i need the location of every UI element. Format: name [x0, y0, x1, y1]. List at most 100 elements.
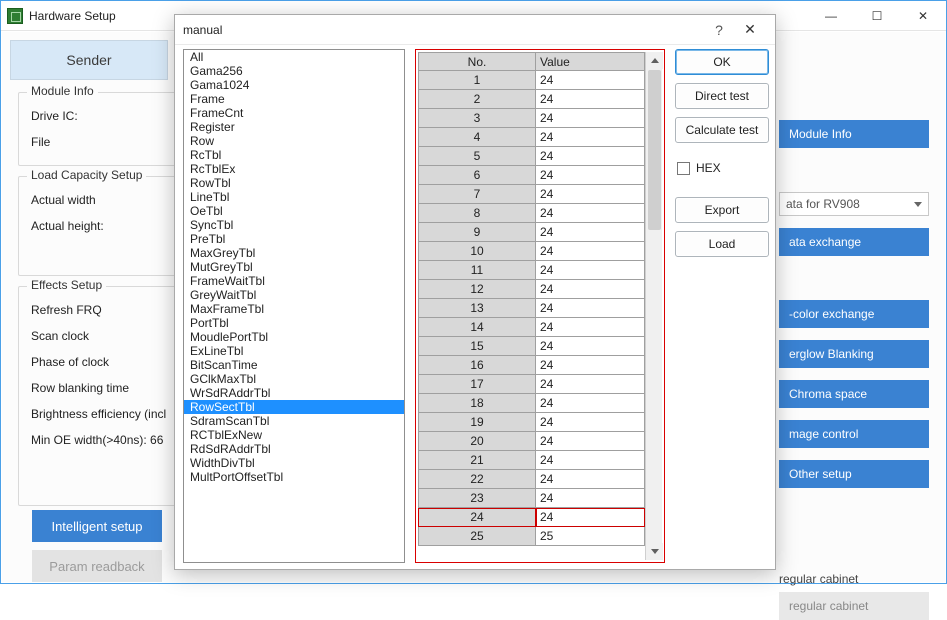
cell-value[interactable]: 24 [536, 375, 645, 394]
list-item[interactable]: Gama256 [184, 64, 404, 78]
cell-value[interactable]: 24 [536, 128, 645, 147]
list-item[interactable]: PortTbl [184, 316, 404, 330]
cell-value[interactable]: 24 [536, 432, 645, 451]
calculate-test-button[interactable]: Calculate test [675, 117, 769, 143]
table-row[interactable]: 1624 [418, 356, 645, 375]
other-setup-button[interactable]: Other setup [779, 460, 929, 488]
image-control-button[interactable]: mage control [779, 420, 929, 448]
list-item[interactable]: BitScanTime [184, 358, 404, 372]
list-item[interactable]: WrSdRAddrTbl [184, 386, 404, 400]
table-row[interactable]: 424 [418, 128, 645, 147]
cell-value[interactable]: 24 [536, 223, 645, 242]
chroma-space-button[interactable]: Chroma space [779, 380, 929, 408]
table-row[interactable]: 524 [418, 147, 645, 166]
table-row[interactable]: 1024 [418, 242, 645, 261]
table-row[interactable]: 2024 [418, 432, 645, 451]
cell-value[interactable]: 24 [536, 166, 645, 185]
dialog-close-button[interactable]: ✕ [733, 21, 767, 38]
table-row[interactable]: 124 [418, 71, 645, 90]
list-item[interactable]: SdramScanTbl [184, 414, 404, 428]
list-item[interactable]: Gama1024 [184, 78, 404, 92]
cell-value[interactable]: 24 [536, 394, 645, 413]
table-row[interactable]: 1724 [418, 375, 645, 394]
value-table[interactable]: No.Value12422432442452462472482492410241… [418, 52, 645, 560]
table-row[interactable]: 824 [418, 204, 645, 223]
cell-value[interactable]: 24 [536, 280, 645, 299]
list-item[interactable]: Frame [184, 92, 404, 106]
scroll-up-arrow-icon[interactable] [646, 52, 663, 69]
list-item[interactable]: RowSectTbl [184, 400, 404, 414]
cell-value[interactable]: 24 [536, 71, 645, 90]
param-readback-button[interactable]: Param readback [32, 550, 162, 582]
data-exchange-button[interactable]: ata exchange [779, 228, 929, 256]
cell-value[interactable]: 24 [536, 109, 645, 128]
list-item[interactable]: RdSdRAddrTbl [184, 442, 404, 456]
list-item[interactable]: RcTbl [184, 148, 404, 162]
table-row[interactable]: 2124 [418, 451, 645, 470]
list-item[interactable]: ExLineTbl [184, 344, 404, 358]
erglow-blanking-button[interactable]: erglow Blanking [779, 340, 929, 368]
cell-value[interactable]: 24 [536, 204, 645, 223]
color-exchange-button[interactable]: -color exchange [779, 300, 929, 328]
table-row[interactable]: 1124 [418, 261, 645, 280]
scroll-thumb[interactable] [648, 70, 661, 230]
cell-value[interactable]: 24 [536, 489, 645, 508]
table-row[interactable]: 1424 [418, 318, 645, 337]
list-item[interactable]: RcTblEx [184, 162, 404, 176]
list-item[interactable]: WidthDivTbl [184, 456, 404, 470]
intelligent-setup-button[interactable]: Intelligent setup [32, 510, 162, 542]
cell-value[interactable]: 24 [536, 299, 645, 318]
list-item[interactable]: OeTbl [184, 204, 404, 218]
table-row[interactable]: 2525 [418, 527, 645, 546]
list-item[interactable]: SyncTbl [184, 218, 404, 232]
list-item[interactable]: MutGreyTbl [184, 260, 404, 274]
module-info-button[interactable]: Module Info [779, 120, 929, 148]
minimize-button[interactable]: — [808, 1, 854, 30]
tab-sender[interactable]: Sender [10, 40, 168, 80]
hex-checkbox[interactable] [677, 162, 690, 175]
close-button[interactable]: ✕ [900, 1, 946, 30]
table-row[interactable]: 724 [418, 185, 645, 204]
table-row[interactable]: 2424 [418, 508, 645, 527]
regular-cabinet-button[interactable]: regular cabinet [779, 592, 929, 620]
dialog-titlebar[interactable]: manual ? ✕ [175, 15, 775, 45]
table-row[interactable]: 2224 [418, 470, 645, 489]
load-button[interactable]: Load [675, 231, 769, 257]
cell-value[interactable]: 24 [536, 318, 645, 337]
table-row[interactable]: 924 [418, 223, 645, 242]
table-scrollbar[interactable] [645, 52, 662, 560]
parameter-list[interactable]: AllGama256Gama1024FrameFrameCntRegister R… [183, 49, 405, 563]
cell-value[interactable]: 25 [536, 527, 645, 546]
table-row[interactable]: 1924 [418, 413, 645, 432]
table-row[interactable]: 324 [418, 109, 645, 128]
list-item[interactable]: RowTbl [184, 176, 404, 190]
list-item[interactable]: FrameCnt [184, 106, 404, 120]
table-row[interactable]: 1324 [418, 299, 645, 318]
cell-value[interactable]: 24 [536, 147, 645, 166]
list-item[interactable]: MoudlePortTbl [184, 330, 404, 344]
list-item[interactable]: PreTbl [184, 232, 404, 246]
cell-value[interactable]: 24 [536, 451, 645, 470]
cell-value[interactable]: 24 [536, 242, 645, 261]
cell-value[interactable]: 24 [536, 90, 645, 109]
cell-value[interactable]: 24 [536, 261, 645, 280]
ok-button[interactable]: OK [675, 49, 769, 75]
export-button[interactable]: Export [675, 197, 769, 223]
cell-value[interactable]: 24 [536, 185, 645, 204]
table-row[interactable]: 1824 [418, 394, 645, 413]
list-item[interactable]: All [184, 50, 404, 64]
cell-value[interactable]: 24 [536, 470, 645, 489]
table-row[interactable]: 1224 [418, 280, 645, 299]
list-item[interactable]: MaxFrameTbl [184, 302, 404, 316]
table-row[interactable]: 2324 [418, 489, 645, 508]
direct-test-button[interactable]: Direct test [675, 83, 769, 109]
list-item[interactable]: MultPortOffsetTbl [184, 470, 404, 484]
list-item[interactable]: MaxGreyTbl [184, 246, 404, 260]
cell-value[interactable]: 24 [536, 337, 645, 356]
list-item[interactable]: LineTbl [184, 190, 404, 204]
list-item[interactable]: Register [184, 120, 404, 134]
list-item[interactable]: RCTblExNew [184, 428, 404, 442]
table-row[interactable]: 224 [418, 90, 645, 109]
scroll-down-arrow-icon[interactable] [646, 543, 663, 560]
cell-value[interactable]: 24 [536, 508, 645, 527]
